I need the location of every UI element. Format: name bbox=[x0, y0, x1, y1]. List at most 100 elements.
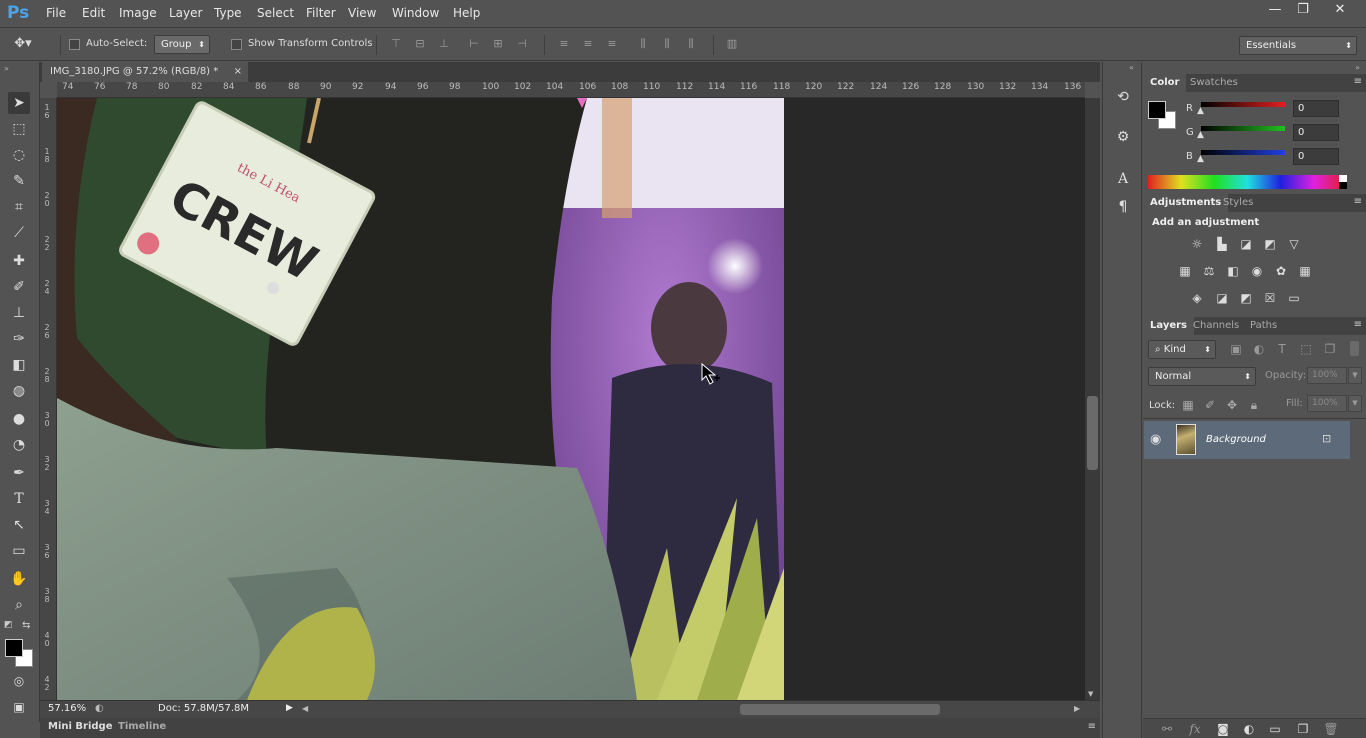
panel-menu-icon[interactable]: ≡ bbox=[1088, 721, 1096, 732]
filter-smart-object-icon[interactable]: ❐ bbox=[1322, 342, 1338, 356]
distribute-left-icon[interactable]: ⫼ bbox=[636, 37, 650, 51]
close-window-button[interactable]: ✕ bbox=[1320, 0, 1360, 20]
screen-mode-icon[interactable]: ▣ bbox=[8, 696, 30, 718]
horizontal-scroll-thumb[interactable] bbox=[740, 704, 940, 715]
brightness-contrast-icon[interactable]: ☼ bbox=[1189, 237, 1205, 251]
lock-position-icon[interactable]: ✥ bbox=[1224, 398, 1240, 412]
paint-bucket-tool-icon[interactable]: ◍ bbox=[8, 380, 30, 402]
scroll-right-icon[interactable]: ▶ bbox=[1074, 704, 1080, 713]
black-white-icon[interactable]: ◧ bbox=[1225, 264, 1241, 278]
clone-stamp-tool-icon[interactable]: ⊥ bbox=[8, 302, 30, 324]
zoom-tool-icon[interactable]: ⌕ bbox=[8, 594, 30, 616]
distribute-hcenter-icon[interactable]: ⫼ bbox=[660, 37, 674, 51]
new-adjustment-icon[interactable]: ◐ bbox=[1241, 722, 1257, 736]
filter-pixel-icon[interactable]: ▣ bbox=[1228, 342, 1244, 356]
filter-type-icon[interactable]: T bbox=[1274, 342, 1290, 356]
restore-button[interactable]: ❐ bbox=[1286, 0, 1320, 20]
menu-layer[interactable]: Layer bbox=[169, 6, 202, 20]
menu-image[interactable]: Image bbox=[119, 6, 157, 20]
align-left-icon[interactable]: ⊢ bbox=[467, 37, 481, 51]
channel-g-slider[interactable] bbox=[1201, 126, 1285, 131]
levels-icon[interactable]: ▙ bbox=[1214, 237, 1230, 251]
channel-r-input[interactable]: 0 bbox=[1293, 100, 1339, 117]
menu-select[interactable]: Select bbox=[257, 6, 294, 20]
slider-handle-icon[interactable]: ▲ bbox=[1197, 130, 1204, 140]
slider-handle-icon[interactable]: ▲ bbox=[1197, 106, 1204, 116]
panel-menu-icon[interactable]: ≡ bbox=[1354, 319, 1362, 330]
crop-tool-icon[interactable]: ⌗ bbox=[8, 196, 30, 218]
canvas-area[interactable]: the Li Hea CREW bbox=[57, 98, 1085, 700]
add-mask-icon[interactable]: ◙ bbox=[1215, 722, 1231, 736]
history-brush-tool-icon[interactable]: ✑ bbox=[8, 328, 30, 350]
tab-color[interactable]: Color bbox=[1143, 74, 1187, 92]
swap-colors-icon[interactable]: ⇆ bbox=[22, 620, 30, 631]
lock-image-icon[interactable]: ✐ bbox=[1202, 398, 1218, 412]
blur-tool-icon[interactable]: ● bbox=[8, 408, 30, 430]
filter-shape-icon[interactable]: ⬚ bbox=[1298, 342, 1314, 356]
color-spectrum-ramp[interactable] bbox=[1148, 175, 1347, 189]
marquee-tool-icon[interactable]: ⬚ bbox=[8, 118, 30, 140]
eyedropper-tool-icon[interactable]: ⟋ bbox=[8, 222, 30, 244]
channel-g-input[interactable]: 0 bbox=[1293, 124, 1339, 141]
invert-icon[interactable]: ◈ bbox=[1189, 291, 1205, 305]
color-foreground-swatch[interactable] bbox=[1148, 101, 1166, 119]
eraser-tool-icon[interactable]: ◧ bbox=[8, 354, 30, 376]
distribute-right-icon[interactable]: ⫼ bbox=[684, 37, 698, 51]
align-hcenter-icon[interactable]: ⊞ bbox=[491, 37, 505, 51]
exposure-icon[interactable]: ◩ bbox=[1262, 237, 1278, 251]
color-lookup-icon[interactable]: ▦ bbox=[1297, 264, 1313, 278]
path-selection-tool-icon[interactable]: ↖ bbox=[8, 514, 30, 536]
move-tool-icon[interactable]: ➤ bbox=[8, 92, 30, 114]
move-tool-preset-icon[interactable]: ✥▾ bbox=[12, 33, 34, 55]
tab-styles[interactable]: Styles bbox=[1216, 194, 1260, 212]
collapse-arrows-icon[interactable]: » bbox=[4, 64, 9, 73]
filter-toggle[interactable] bbox=[1350, 341, 1359, 356]
layer-filter-kind-dropdown[interactable]: ⌕ Kind ⬍ bbox=[1148, 340, 1216, 359]
channel-b-input[interactable]: 0 bbox=[1293, 148, 1339, 165]
lock-transparent-icon[interactable]: ▦ bbox=[1180, 398, 1196, 412]
align-bottom-icon[interactable]: ⊥ bbox=[437, 37, 451, 51]
fill-dropdown-icon[interactable]: ▼ bbox=[1348, 395, 1362, 412]
character-panel-icon[interactable]: A bbox=[1114, 170, 1132, 188]
slider-handle-icon[interactable]: ▲ bbox=[1197, 154, 1204, 164]
photo-filter-icon[interactable]: ◉ bbox=[1249, 264, 1265, 278]
history-panel-icon[interactable]: ⟲ bbox=[1114, 88, 1132, 106]
quick-mask-icon[interactable]: ◎ bbox=[8, 670, 30, 692]
new-layer-icon[interactable]: ❐ bbox=[1295, 722, 1311, 736]
tab-channels[interactable]: Channels bbox=[1186, 317, 1246, 335]
distribute-bottom-icon[interactable]: ≡ bbox=[605, 37, 619, 51]
selective-color-icon[interactable]: ☒ bbox=[1262, 291, 1278, 305]
auto-select-checkbox[interactable] bbox=[69, 39, 80, 50]
new-group-icon[interactable]: ▭ bbox=[1267, 722, 1283, 736]
properties-panel-icon[interactable]: ⚙ bbox=[1114, 128, 1132, 146]
lock-all-icon[interactable]: 🔒︎ bbox=[1246, 398, 1262, 412]
filter-adjustment-icon[interactable]: ◐ bbox=[1251, 342, 1267, 356]
healing-brush-tool-icon[interactable]: ✚ bbox=[8, 250, 30, 272]
vibrance-icon[interactable]: ▽ bbox=[1286, 237, 1302, 251]
opacity-dropdown-icon[interactable]: ▼ bbox=[1348, 367, 1362, 384]
threshold-icon[interactable]: ◩ bbox=[1238, 291, 1254, 305]
layer-row-background[interactable]: ◉ Background ⊡ bbox=[1144, 421, 1351, 459]
document-tab[interactable]: IMG_3180.JPG @ 57.2% (RGB/8) * × bbox=[42, 62, 248, 82]
scroll-left-icon[interactable]: ◀ bbox=[302, 704, 308, 713]
paragraph-panel-icon[interactable]: ¶ bbox=[1114, 198, 1132, 216]
menu-filter[interactable]: Filter bbox=[306, 6, 336, 20]
pen-tool-icon[interactable]: ✒ bbox=[8, 462, 30, 484]
fx-icon[interactable]: fx bbox=[1187, 722, 1203, 736]
distribute-vcenter-icon[interactable]: ≡ bbox=[581, 37, 595, 51]
zoom-level[interactable]: 57.16% bbox=[48, 703, 86, 714]
auto-select-dropdown[interactable]: Group ⬍ bbox=[154, 35, 210, 54]
hand-tool-icon[interactable]: ✋ bbox=[8, 568, 30, 590]
close-tab-icon[interactable]: × bbox=[234, 62, 242, 82]
default-colors-icon[interactable]: ◩ bbox=[4, 620, 13, 630]
curves-icon[interactable]: ◪ bbox=[1238, 237, 1254, 251]
fill-input[interactable]: 100% bbox=[1307, 395, 1347, 412]
channel-b-slider[interactable] bbox=[1201, 150, 1285, 155]
quick-select-tool-icon[interactable]: ✎ bbox=[8, 170, 30, 192]
foreground-color-swatch[interactable] bbox=[5, 639, 23, 657]
black-swatch[interactable] bbox=[1339, 182, 1347, 189]
posterize-icon[interactable]: ◪ bbox=[1214, 291, 1230, 305]
collapse-panels-icon[interactable]: » bbox=[1355, 63, 1360, 72]
vertical-scrollbar[interactable]: ▼ bbox=[1085, 98, 1100, 700]
dodge-tool-icon[interactable]: ◔ bbox=[8, 434, 30, 456]
